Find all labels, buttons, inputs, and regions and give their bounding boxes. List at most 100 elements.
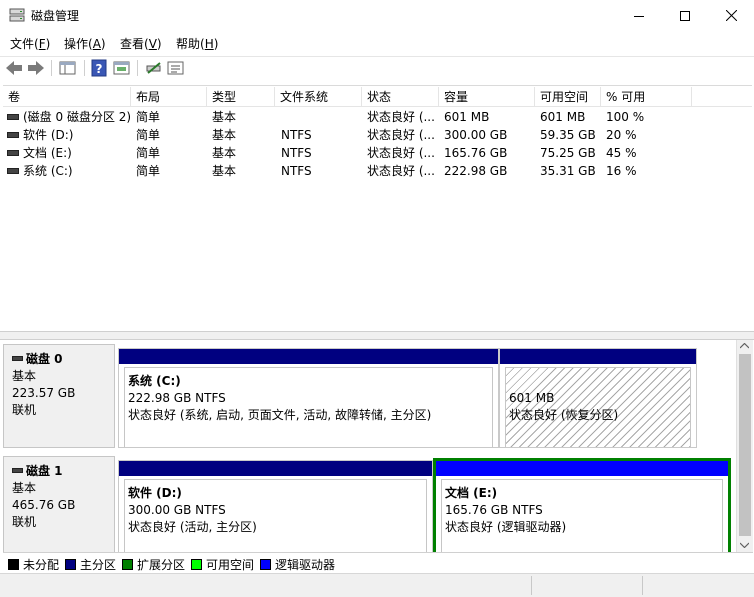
column-header-free-space[interactable]: 可用空间 <box>535 87 601 107</box>
partition-info: 系统 (C:) 222.98 GB NTFS 状态良好 (系统, 启动, 页面文… <box>124 367 493 447</box>
disk-0-label[interactable]: 磁盘 0 基本 223.57 GB 联机 <box>3 344 115 448</box>
scrollbar-thumb[interactable] <box>739 354 751 536</box>
legend-item: 可用空间 <box>191 556 254 573</box>
status-separator <box>642 576 643 595</box>
volume-percent-free: 20 % <box>606 128 637 142</box>
menu-file[interactable]: 文件(F) <box>10 35 50 52</box>
partition-color-bar <box>500 349 696 364</box>
disk-type: 基本 <box>12 481 37 495</box>
volume-capacity: 222.98 GB <box>444 164 508 178</box>
legend-label: 逻辑驱动器 <box>275 558 336 572</box>
volume-icon <box>7 114 19 120</box>
table-row[interactable]: 系统 (C:) 简单 基本 NTFS 状态良好 (... 222.98 GB 3… <box>3 162 752 180</box>
volume-status: 状态良好 (... <box>367 128 435 142</box>
volume-name: (磁盘 0 磁盘分区 2) <box>23 110 131 124</box>
column-header-type[interactable]: 类型 <box>207 87 275 107</box>
rescan-icon[interactable] <box>166 59 186 77</box>
status-bar <box>0 573 754 597</box>
volume-status: 状态良好 (... <box>367 110 435 124</box>
disk-size: 465.76 GB <box>12 498 76 512</box>
table-row[interactable]: (磁盘 0 磁盘分区 2) 简单 基本 状态良好 (... 601 MB 601… <box>3 108 752 126</box>
partition-info: 601 MB 状态良好 (恢复分区) <box>505 367 691 447</box>
forward-icon[interactable] <box>26 59 46 77</box>
legend-item: 逻辑驱动器 <box>260 556 335 573</box>
legend-label: 可用空间 <box>206 558 255 572</box>
legend-item: 扩展分区 <box>122 556 185 573</box>
pane-splitter[interactable] <box>0 331 754 340</box>
volume-capacity: 300.00 GB <box>444 128 508 142</box>
svg-text:?: ? <box>96 62 103 76</box>
toolbar: ? <box>0 56 754 79</box>
help-icon[interactable]: ? <box>90 59 110 77</box>
volume-percent-free: 100 % <box>606 110 645 124</box>
close-button[interactable] <box>708 0 754 31</box>
partition-name: 系统 (C:) <box>128 374 181 388</box>
maximize-button[interactable] <box>662 0 708 31</box>
column-header-filesystem[interactable]: 文件系统 <box>275 87 362 107</box>
legend-label: 主分区 <box>80 558 117 572</box>
disk-status: 联机 <box>12 515 37 529</box>
partition-info: 文档 (E:) 165.76 GB NTFS 状态良好 (逻辑驱动器) <box>441 479 723 552</box>
legend: 未分配 主分区 扩展分区 可用空间 逻辑驱动器 <box>3 552 753 572</box>
disk-management-icon <box>9 8 25 22</box>
connect-icon[interactable] <box>144 59 164 77</box>
disk-1-label[interactable]: 磁盘 1 基本 465.76 GB 联机 <box>3 456 115 552</box>
partition-status: 状态良好 (恢复分区) <box>509 408 619 422</box>
menu-view[interactable]: 查看(V) <box>120 35 162 52</box>
partition-documents-e[interactable]: 文档 (E:) 165.76 GB NTFS 状态良好 (逻辑驱动器) <box>433 458 731 552</box>
partition-system-c[interactable]: 系统 (C:) 222.98 GB NTFS 状态良好 (系统, 启动, 页面文… <box>118 348 499 448</box>
column-header-percent-free[interactable]: % 可用 <box>601 87 692 107</box>
toolbar-separator <box>51 60 52 76</box>
title-bar: 磁盘管理 <box>0 0 754 31</box>
disk-icon <box>12 468 23 473</box>
scroll-up-icon[interactable] <box>740 343 749 349</box>
partition-status: 状态良好 (系统, 启动, 页面文件, 活动, 故障转储, 主分区) <box>128 408 432 422</box>
volume-type: 基本 <box>212 146 237 160</box>
column-header-layout[interactable]: 布局 <box>131 87 207 107</box>
volume-percent-free: 16 % <box>606 164 637 178</box>
menu-action[interactable]: 操作(A) <box>64 35 106 52</box>
table-row[interactable]: 软件 (D:) 简单 基本 NTFS 状态良好 (... 300.00 GB 5… <box>3 126 752 144</box>
legend-label: 扩展分区 <box>137 558 186 572</box>
properties-icon[interactable] <box>112 59 132 77</box>
partition-size: 165.76 GB NTFS <box>445 503 543 517</box>
console-tree-icon[interactable] <box>58 59 78 77</box>
menu-help[interactable]: 帮助(H) <box>176 35 218 52</box>
volume-capacity: 165.76 GB <box>444 146 508 160</box>
volume-status: 状态良好 (... <box>367 146 435 160</box>
partition-software-d[interactable]: 软件 (D:) 300.00 GB NTFS 状态良好 (活动, 主分区) <box>118 460 433 552</box>
column-header-capacity[interactable]: 容量 <box>439 87 535 107</box>
volume-status: 状态良好 (... <box>367 164 435 178</box>
status-separator <box>531 576 532 595</box>
volume-name: 软件 (D:) <box>23 128 74 142</box>
disk-size: 223.57 GB <box>12 386 76 400</box>
volume-layout: 简单 <box>136 110 161 124</box>
scroll-down-icon[interactable] <box>740 542 749 548</box>
volume-layout: 简单 <box>136 146 161 160</box>
column-header-status[interactable]: 状态 <box>362 87 439 107</box>
column-header-volume[interactable]: 卷 <box>3 87 131 107</box>
partition-name <box>509 373 687 390</box>
back-icon[interactable] <box>4 59 24 77</box>
partition-status: 状态良好 (逻辑驱动器) <box>445 520 567 534</box>
legend-swatch <box>122 559 133 570</box>
volume-free-space: 59.35 GB <box>540 128 596 142</box>
legend-swatch <box>8 559 19 570</box>
partition-size: 601 MB <box>509 391 555 405</box>
volume-type: 基本 <box>212 128 237 142</box>
disk-type: 基本 <box>12 369 37 383</box>
disk-status: 联机 <box>12 403 37 417</box>
menu-bar: 文件(F) 操作(A) 查看(V) 帮助(H) <box>0 31 754 55</box>
volume-layout: 简单 <box>136 164 161 178</box>
volume-percent-free: 45 % <box>606 146 637 160</box>
minimize-button[interactable] <box>616 0 662 31</box>
window-title: 磁盘管理 <box>31 9 80 23</box>
toolbar-separator <box>84 60 85 76</box>
table-row[interactable]: 文档 (E:) 简单 基本 NTFS 状态良好 (... 165.76 GB 7… <box>3 144 752 162</box>
legend-swatch <box>65 559 76 570</box>
partition-recovery[interactable]: 601 MB 状态良好 (恢复分区) <box>499 348 697 448</box>
vertical-scrollbar[interactable] <box>736 340 753 552</box>
volume-list-header: 卷 布局 类型 文件系统 状态 容量 可用空间 % 可用 <box>3 87 752 107</box>
volume-free-space: 601 MB <box>540 110 586 124</box>
partition-status: 状态良好 (活动, 主分区) <box>128 520 257 534</box>
